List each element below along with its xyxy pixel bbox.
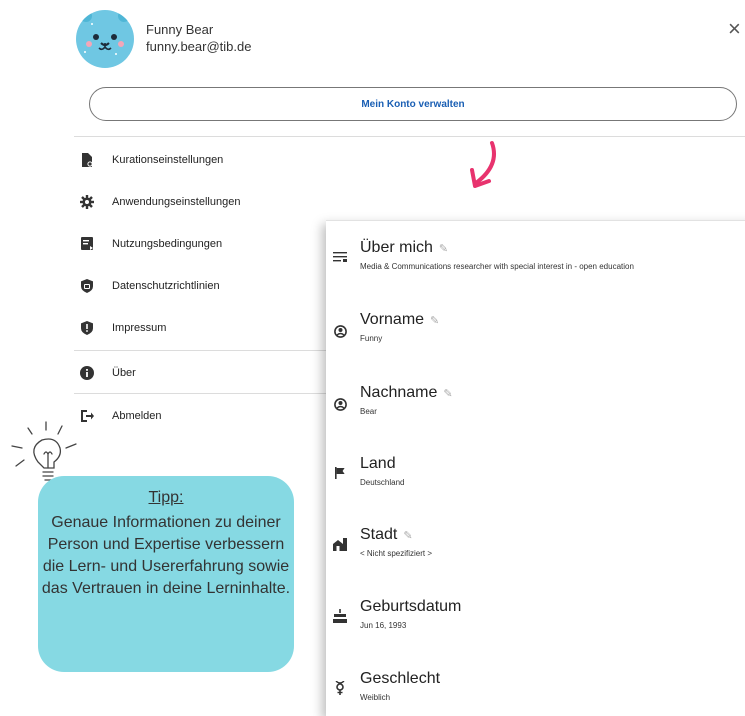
edit-pencil-icon[interactable]: ✎: [403, 530, 412, 542]
menu-item-label: Nutzungsbedingungen: [112, 238, 223, 250]
user-email: funny.bear@tib.de: [146, 39, 252, 54]
field-value: Weiblich: [360, 693, 391, 702]
city-icon: [332, 536, 348, 552]
menu-item-label: Über: [112, 367, 136, 379]
menu-item-app-settings[interactable]: Anwendungseinstellungen: [80, 190, 330, 214]
field-value: Jun 16, 1993: [360, 621, 407, 630]
menu-item-label: Abmelden: [112, 410, 162, 422]
menu-item-label: Anwendungseinstellungen: [112, 196, 241, 208]
field-value: Media & Communications researcher with s…: [360, 262, 634, 271]
bear-face-icon: [80, 10, 130, 55]
divider: [74, 350, 328, 351]
flag-icon: [332, 465, 348, 481]
menu-item-terms[interactable]: Nutzungsbedingungen: [80, 232, 330, 256]
tip-text: Genaue Informationen zu deiner Person un…: [41, 514, 291, 597]
edit-pencil-icon[interactable]: ✎: [430, 315, 439, 327]
field-label: Vorname: [360, 311, 425, 328]
manage-account-button[interactable]: Mein Konto verwalten: [89, 87, 737, 121]
gear-icon: [80, 195, 94, 209]
menu-item-about[interactable]: Über: [80, 361, 330, 385]
menu-item-logout[interactable]: Abmelden: [80, 404, 330, 428]
field-label: Nachname: [360, 384, 438, 401]
field-value: Funny: [360, 334, 383, 343]
menu-item-imprint[interactable]: Impressum: [80, 316, 330, 340]
menu-item-label: Kurationseinstellungen: [112, 154, 224, 166]
tip-title: Tipp:: [148, 489, 184, 506]
divider: [74, 136, 745, 137]
person-circle-icon: [332, 323, 348, 339]
user-name: Funny Bear: [146, 22, 214, 37]
arrow-pointer-icon: [470, 141, 496, 188]
profile-panel: Über mich ✎ Media & Communications resear…: [326, 220, 745, 716]
shield-icon: [80, 321, 94, 335]
text-notes-icon: [332, 249, 348, 265]
field-label: Über mich: [360, 239, 433, 256]
field-label: Land: [360, 455, 396, 472]
menu-item-privacy[interactable]: Datenschutzrichtlinien: [80, 274, 330, 298]
field-value: Bear: [360, 407, 377, 416]
field-value: Deutschland: [360, 478, 405, 487]
field-label: Geburtsdatum: [360, 598, 462, 615]
field-label: Stadt: [360, 526, 398, 543]
gender-icon: [332, 680, 348, 696]
edit-pencil-icon[interactable]: ✎: [443, 388, 452, 400]
cake-icon: [332, 608, 348, 624]
menu-item-label: Impressum: [112, 322, 167, 334]
field-label: Geschlecht: [360, 670, 441, 687]
person-circle-icon: [332, 396, 348, 412]
menu-item-label: Datenschutzrichtlinien: [112, 280, 220, 292]
terms-document-icon: [80, 237, 94, 251]
close-icon[interactable]: ×: [728, 18, 741, 40]
info-icon: [80, 366, 94, 380]
divider: [74, 393, 328, 394]
curation-file-icon: [80, 153, 94, 167]
avatar: [76, 10, 134, 68]
edit-pencil-icon[interactable]: ✎: [439, 243, 448, 255]
lock-icon: [80, 279, 94, 293]
menu-item-curation[interactable]: Kurationseinstellungen: [80, 148, 330, 172]
field-value: < Nicht spezifiziert >: [360, 549, 433, 558]
